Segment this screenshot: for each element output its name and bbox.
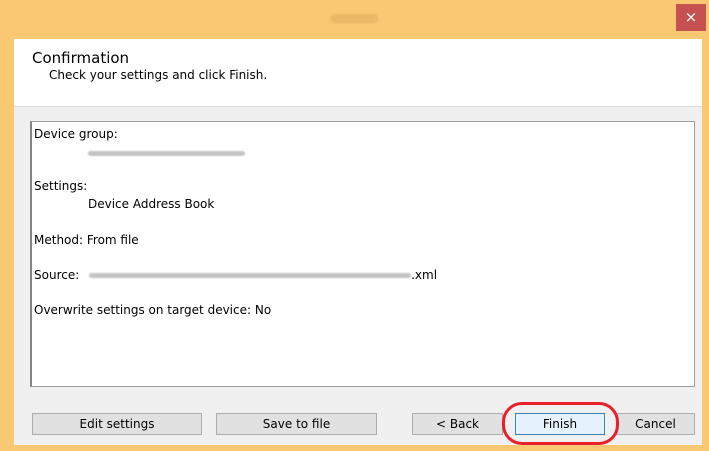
wizard-header: Confirmation Check your settings and cli… (14, 39, 702, 107)
source-label: Source: (34, 268, 80, 282)
wizard-window: × Confirmation Check your settings and c… (0, 0, 709, 451)
source-suffix: .xml (411, 268, 438, 282)
title-bar[interactable]: × (0, 0, 709, 39)
window-title-redacted (330, 14, 378, 23)
method-text: Method: From file (34, 233, 139, 247)
save-to-file-button[interactable]: Save to file (216, 413, 377, 435)
back-button[interactable]: < Back (412, 413, 503, 435)
cancel-button[interactable]: Cancel (616, 413, 695, 435)
close-button[interactable]: × (676, 4, 706, 31)
source-path-redacted (89, 273, 412, 278)
device-group-value-redacted (88, 146, 245, 160)
finish-button[interactable]: Finish (515, 413, 605, 435)
close-icon: × (684, 8, 698, 26)
edit-settings-button[interactable]: Edit settings (32, 413, 202, 435)
source-row: Source: .xml (34, 268, 437, 282)
settings-value: Device Address Book (88, 197, 215, 211)
device-group-label: Device group: (34, 127, 118, 141)
settings-label: Settings: (34, 179, 88, 193)
page-subtitle: Check your settings and click Finish. (49, 68, 268, 82)
wizard-client-area: Confirmation Check your settings and cli… (14, 39, 702, 445)
page-title: Confirmation (32, 49, 130, 67)
overwrite-text: Overwrite settings on target device: No (34, 303, 272, 317)
summary-panel[interactable]: Device group: Settings: Device Address B… (30, 121, 695, 387)
